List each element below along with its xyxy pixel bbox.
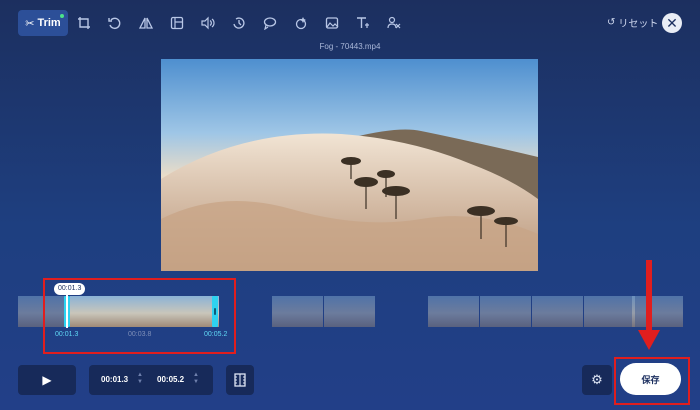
scissors-icon: ✂ xyxy=(25,17,35,30)
trim-tool-button[interactable]: ✂ Trim xyxy=(18,10,68,36)
volume-icon xyxy=(201,16,215,30)
file-name: Fog - 70443.mp4 xyxy=(319,42,381,51)
volume-tool-button[interactable] xyxy=(193,10,223,36)
loop-tool-button[interactable] xyxy=(255,10,285,36)
end-time-input[interactable]: 00:05.2 xyxy=(157,375,184,384)
filmstrip-frame xyxy=(428,296,479,327)
start-time-input[interactable]: 00:01.3 xyxy=(101,375,128,384)
frame-icon xyxy=(170,16,184,30)
filmstrip-frame xyxy=(584,296,635,327)
play-button[interactable]: ▶ xyxy=(18,365,76,395)
trim-tool-label: Trim xyxy=(37,17,61,29)
reset-label: リセット xyxy=(618,19,659,30)
close-icon: ✕ xyxy=(666,15,678,31)
undo-icon: ↺ xyxy=(607,17,616,28)
start-time-stepper-icon[interactable]: ▲ ▼ xyxy=(137,372,143,386)
ratio-tool-button[interactable] xyxy=(162,10,192,36)
loop-icon xyxy=(263,17,277,30)
animation-icon xyxy=(295,17,307,30)
flip-icon xyxy=(139,17,153,29)
close-button[interactable]: ✕ xyxy=(662,13,682,33)
eraser-icon xyxy=(387,16,401,29)
trim-time-inputs: 00:01.3 ▲ ▼ 00:05.2 ▲ ▼ xyxy=(89,365,213,395)
text-tool-button[interactable] xyxy=(348,10,378,36)
split-button[interactable] xyxy=(226,365,254,395)
filmstrip-frame xyxy=(632,296,683,327)
highlight-arrow-shaft xyxy=(646,260,652,332)
highlight-arrow-head xyxy=(638,330,660,350)
edit-toolbar: ✂ Trim xyxy=(18,10,410,36)
crop-tool-button[interactable] xyxy=(69,10,99,36)
play-icon: ▶ xyxy=(42,373,52,387)
filmstrip-frame xyxy=(532,296,583,327)
video-preview xyxy=(161,59,538,271)
image-tool-button[interactable] xyxy=(317,10,347,36)
flip-tool-button[interactable] xyxy=(131,10,161,36)
gear-icon: ⚙ xyxy=(591,372,603,387)
speed-icon xyxy=(233,17,245,29)
animation-tool-button[interactable] xyxy=(286,10,316,36)
text-icon xyxy=(357,17,369,28)
crop-icon xyxy=(78,17,90,29)
video-frame-image xyxy=(161,59,538,271)
highlight-box-timeline xyxy=(43,278,236,354)
reset-button[interactable]: ↺ リセット xyxy=(607,15,658,30)
speed-tool-button[interactable] xyxy=(224,10,254,36)
filmstrip-frame xyxy=(480,296,531,327)
settings-button[interactable]: ⚙ xyxy=(582,365,612,395)
end-time-stepper-icon[interactable]: ▲ ▼ xyxy=(193,372,199,386)
image-icon xyxy=(325,17,339,29)
filmstrip-frame xyxy=(324,296,375,327)
save-button[interactable]: 保存 xyxy=(620,363,681,395)
rotate-icon xyxy=(108,17,121,30)
rotate-tool-button[interactable] xyxy=(100,10,130,36)
active-dot xyxy=(60,14,64,18)
remove-tool-button[interactable] xyxy=(379,10,409,36)
split-icon xyxy=(234,373,246,387)
filmstrip-frame xyxy=(272,296,323,327)
